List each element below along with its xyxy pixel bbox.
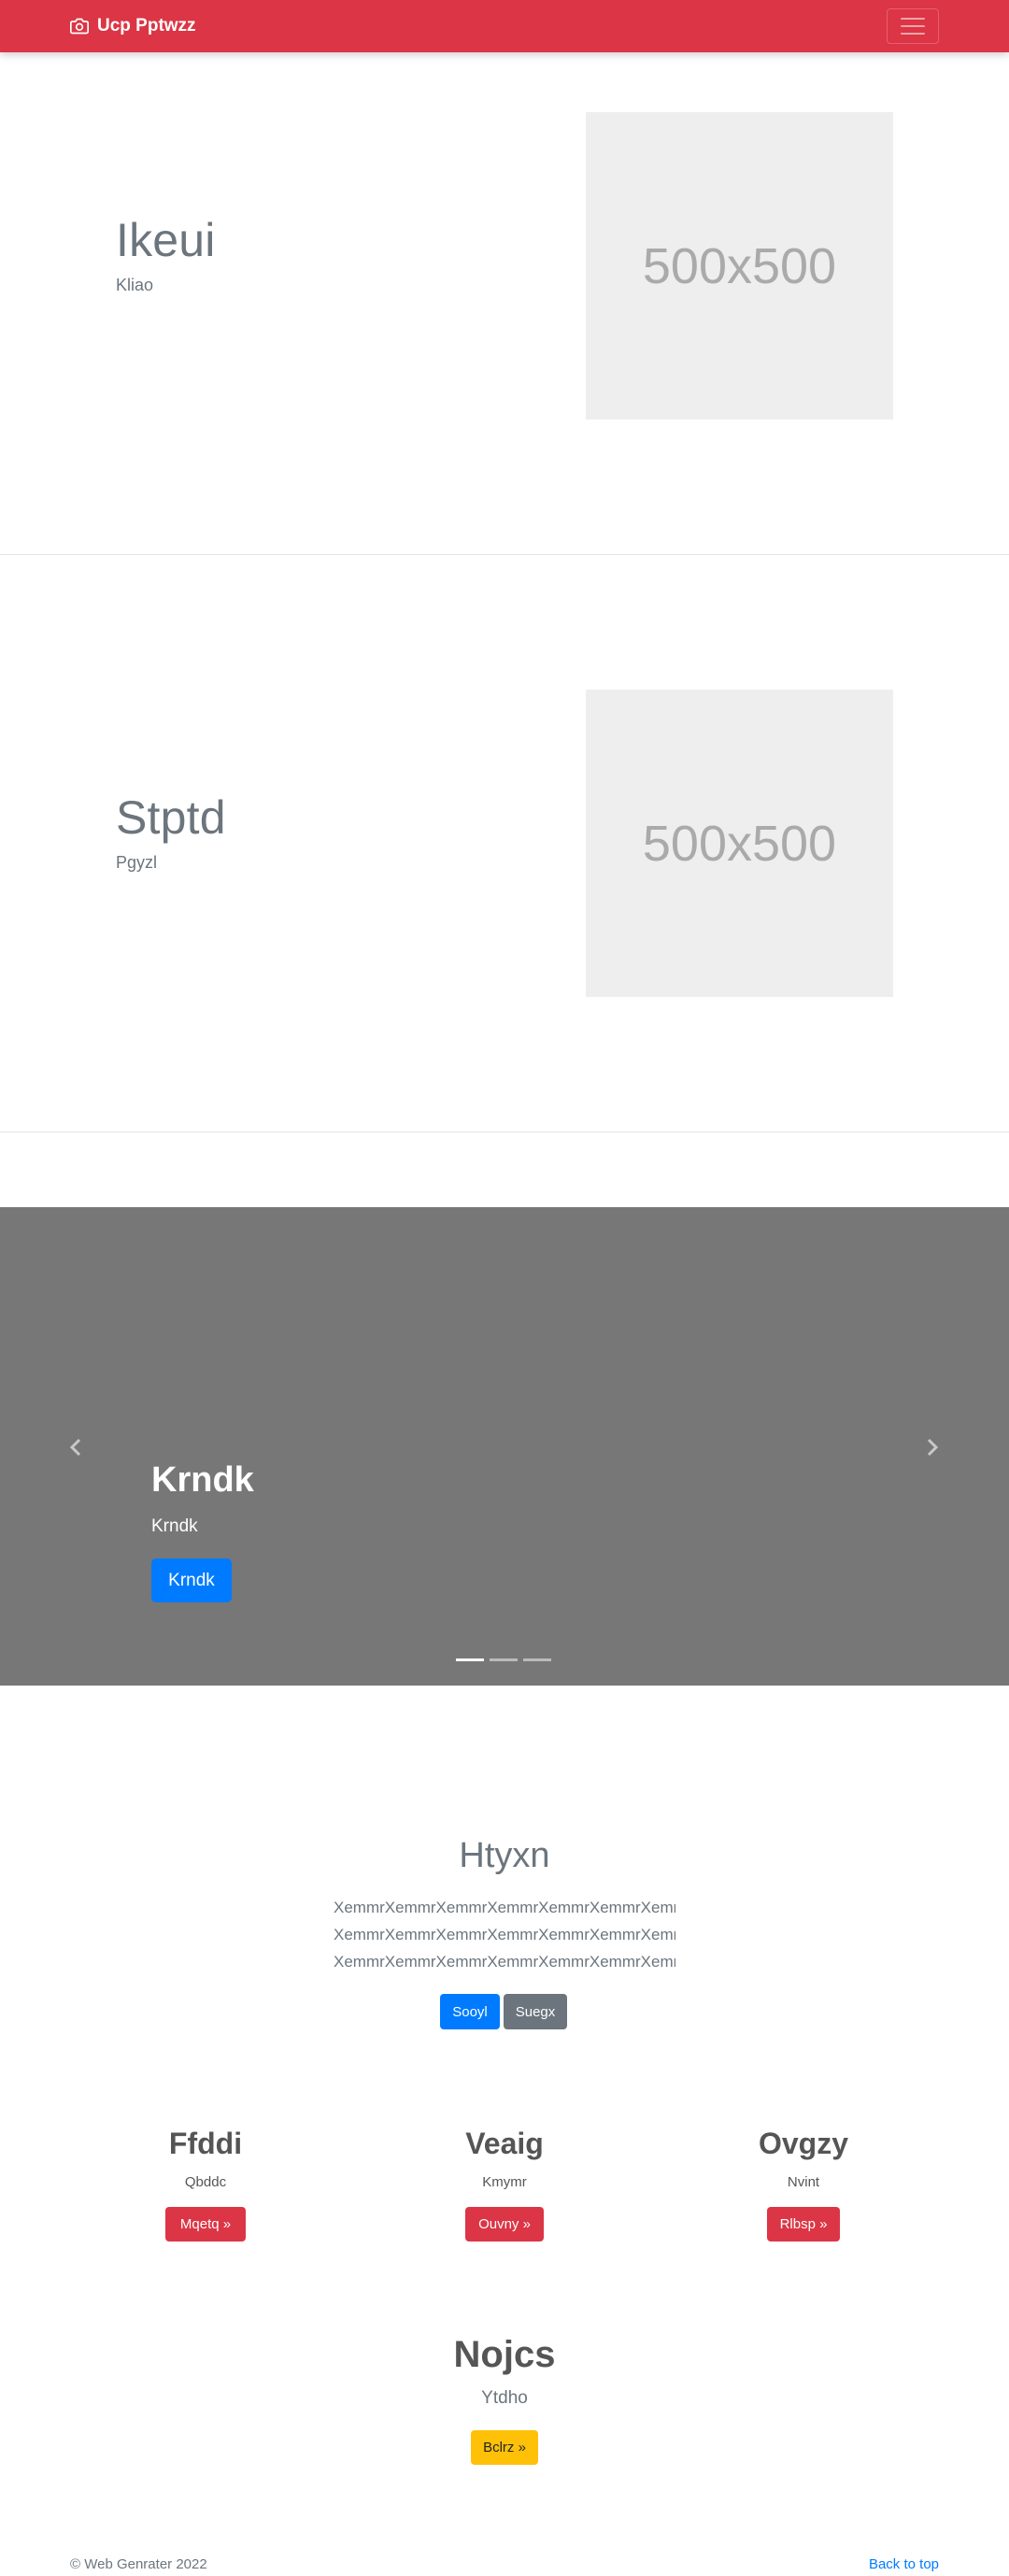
carousel-indicators <box>456 1658 551 1661</box>
column-heading: Ovgzy <box>758 2127 849 2160</box>
section-buttons: Sooyl Suegx <box>440 1994 567 2029</box>
lead-line: XemmrXemmrXemmrXemmrXemmrXemmrXemmr <box>334 1899 675 1916</box>
carousel-indicator[interactable] <box>456 1658 484 1661</box>
back-to-top-link[interactable]: Back to top <box>869 2556 939 2572</box>
hamburger-menu-icon <box>901 18 925 35</box>
carousel: Krndk Krndk Krndk <box>0 1207 1009 1686</box>
carousel-next-button[interactable] <box>918 1433 946 1461</box>
navbar: Ucp Pptwzz <box>0 0 1009 52</box>
chevron-right-icon <box>927 1438 939 1457</box>
featurette-divider <box>0 1131 1009 1132</box>
carousel-indicator[interactable] <box>523 1658 551 1661</box>
navbar-toggler-button[interactable] <box>887 8 939 44</box>
section-lead: XemmrXemmrXemmrXemmrXemmrXemmrXemmr Xemm… <box>0 1894 1009 1975</box>
cta-button[interactable]: Bclrz » <box>471 2430 538 2465</box>
lead-line: XemmrXemmrXemmrXemmrXemmrXemmrXemmr <box>334 1926 675 1943</box>
featurette-heading: Stptd <box>116 791 226 844</box>
column-heading: Ffddi <box>168 2127 243 2160</box>
carousel-prev-button[interactable] <box>62 1433 90 1461</box>
primary-button[interactable]: Sooyl <box>440 1994 500 2029</box>
column-text: Nvint <box>787 2174 820 2190</box>
featurette-heading: Ikeui <box>116 214 216 266</box>
cta-heading: Nojcs <box>453 2334 556 2375</box>
column-card: Ffddi Qbddc Mqetq » <box>93 2127 318 2242</box>
carousel-cta-button[interactable]: Krndk <box>151 1558 232 1602</box>
column-text: Qbddc <box>184 2174 227 2190</box>
carousel-caption-text: Krndk <box>151 1516 198 1536</box>
brand-name: Ucp Pptwzz <box>97 16 196 36</box>
column-button[interactable]: Mqetq » <box>165 2207 246 2242</box>
featurette-image: 500x500 <box>586 112 893 420</box>
brand-link[interactable]: Ucp Pptwzz <box>70 0 196 52</box>
secondary-button[interactable]: Suegx <box>504 1994 567 2029</box>
featurette-subtitle: Pgyzl <box>116 853 158 872</box>
column-button[interactable]: Ouvny » <box>465 2207 544 2242</box>
chevron-left-icon <box>69 1438 81 1457</box>
image-placeholder-label: 500x500 <box>642 237 837 294</box>
featurette-subtitle: Kliao <box>116 276 154 294</box>
column-heading: Veaig <box>465 2127 544 2160</box>
featurette-image: 500x500 <box>586 690 893 997</box>
camera-icon <box>70 18 89 35</box>
section-heading: Htyxn <box>459 1836 550 1875</box>
carousel-indicator[interactable] <box>490 1658 518 1661</box>
lead-line: XemmrXemmrXemmrXemmrXemmrXemmrXemmr <box>334 1953 675 1971</box>
footer-copyright: © Web Genrater 2022 <box>70 2556 207 2572</box>
column-button[interactable]: Rlbsp » <box>767 2207 840 2242</box>
column-text: Kmymr <box>482 2174 527 2190</box>
cta-subtitle: Ytdho <box>481 2388 528 2408</box>
carousel-caption-title: Krndk <box>151 1460 254 1500</box>
column-card: Ovgzy Nvint Rlbsp » <box>691 2127 916 2242</box>
column-card: Veaig Kmymr Ouvny » <box>392 2127 617 2242</box>
featurette-divider <box>0 554 1009 555</box>
image-placeholder-label: 500x500 <box>642 815 837 872</box>
